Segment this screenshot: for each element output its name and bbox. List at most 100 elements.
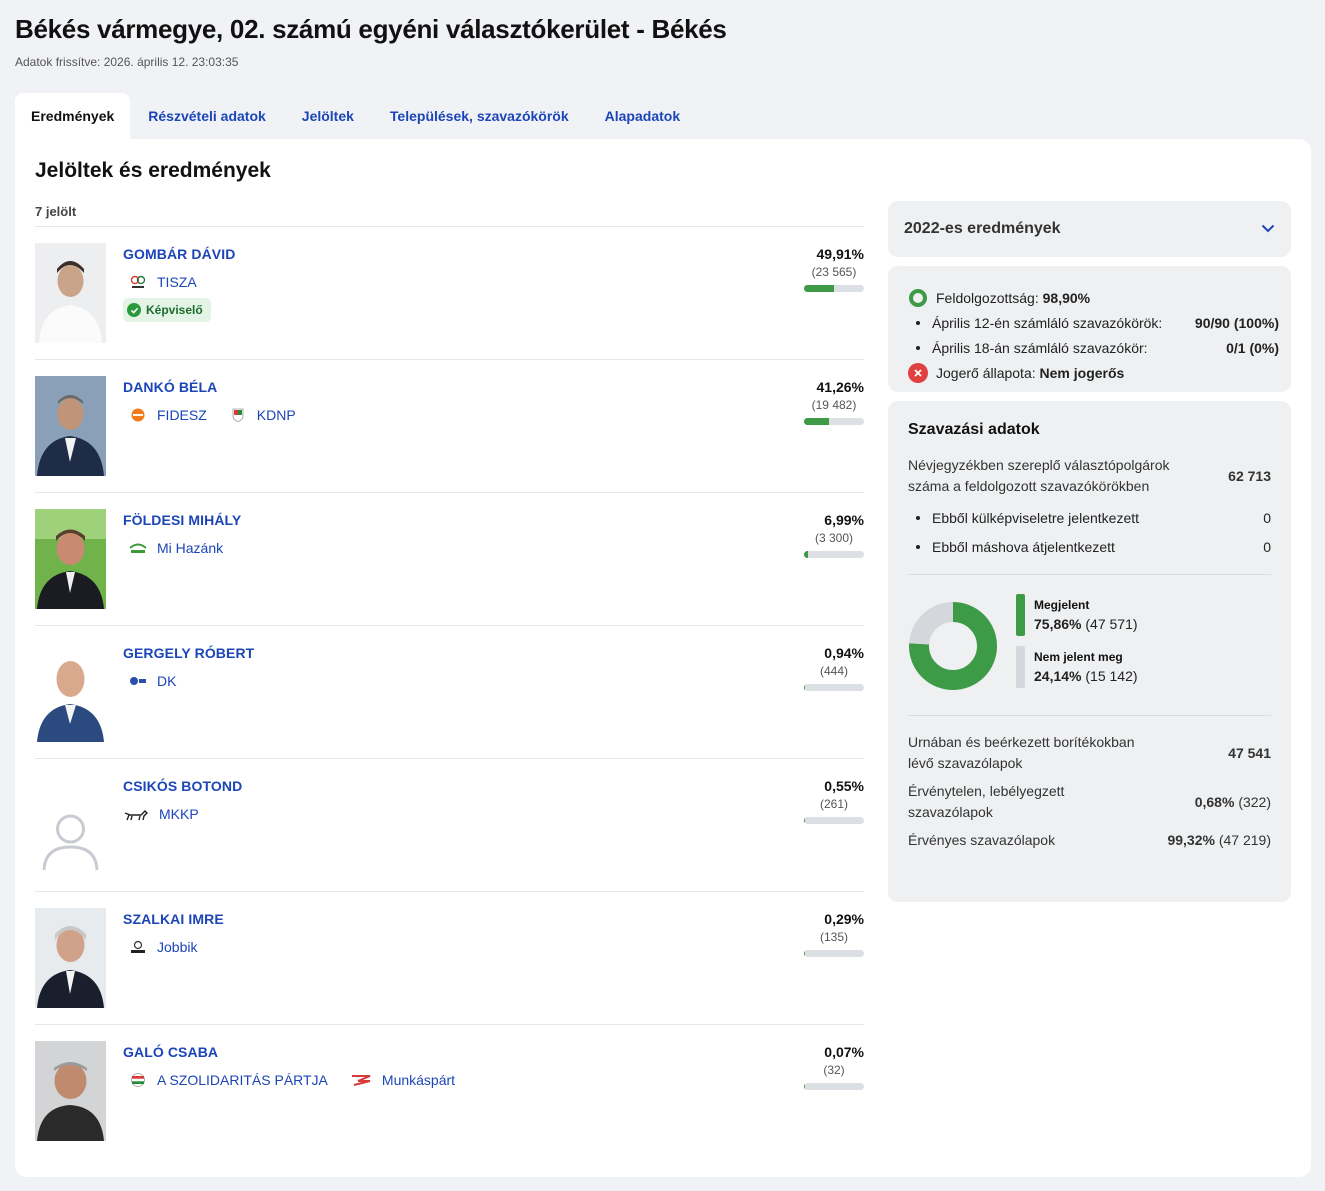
ballot-pct: 99,32% <box>1167 832 1215 848</box>
candidate-photo <box>35 908 106 1008</box>
party-item[interactable]: FIDESZ <box>129 407 207 423</box>
vote-percent: 0,07% <box>824 1044 864 1060</box>
tab-reszveteli-adatok[interactable]: Részvételi adatok <box>130 93 284 139</box>
section-title: Jelöltek és eredmények <box>35 159 271 182</box>
candidate-result: 0,07% (32) <box>784 1044 864 1090</box>
party-list: TISZA <box>129 274 219 290</box>
registered-sub-row: Ebből máshova átjelentkezett 0 <box>908 532 1271 561</box>
tab-eredmenyek[interactable]: Eredmények <box>15 93 131 139</box>
processing-row: Április 18-án számláló szavazókör: 0/1 (… <box>908 335 1279 360</box>
party-item[interactable]: Jobbik <box>129 939 197 955</box>
candidate-result: 41,26% (19 482) <box>784 379 864 425</box>
processing-row-label: Április 12-én számláló szavazókörök: <box>932 314 1163 331</box>
candidate-result: 0,29% (135) <box>784 911 864 957</box>
tab-jeloltek[interactable]: Jelöltek <box>284 93 372 139</box>
party-item[interactable]: KDNP <box>229 407 296 423</box>
candidate-name[interactable]: DANKÓ BÉLA <box>123 379 217 395</box>
tab-alapadatok[interactable]: Alapadatok <box>587 93 698 139</box>
party-list: Jobbik <box>129 939 219 955</box>
check-icon <box>127 303 141 317</box>
party-name: DK <box>157 673 177 689</box>
candidate-result: 0,55% (261) <box>784 778 864 824</box>
registered-row: Névjegyzékben szereplő választópolgárok … <box>908 455 1271 497</box>
candidate-name[interactable]: GERGELY RÓBERT <box>123 645 254 661</box>
absent-pct: 24,14% <box>1034 668 1082 684</box>
party-item[interactable]: A SZOLIDARITÁS PÁRTJA <box>129 1072 328 1088</box>
legal-label: Jogerő állapota: <box>936 364 1036 381</box>
present-count: (47 571) <box>1085 616 1138 632</box>
turnout-legend: Megjelent 75,86% (47 571) Nem jelent meg… <box>1016 594 1138 698</box>
turnout-donut-chart <box>909 602 997 690</box>
vote-count: (32) <box>823 1063 845 1077</box>
candidate-name[interactable]: SZALKAI IMRE <box>123 911 224 927</box>
candidate-name[interactable]: GOMBÁR DÁVID <box>123 246 235 262</box>
mkkp-dog-icon <box>123 807 149 821</box>
tab-telepulesek[interactable]: Települések, szavazókörök <box>372 93 587 139</box>
turnout-section: Megjelent 75,86% (47 571) Nem jelent meg… <box>908 575 1271 717</box>
party-list: DK <box>129 673 198 689</box>
ballot-row: Érvényes szavazólapok 99,32% (47 219) <box>908 830 1271 851</box>
accordion-label: 2022-es eredmények <box>904 220 1061 237</box>
vote-bar <box>804 950 864 957</box>
sub-label: Ebből máshova átjelentkezett <box>932 538 1115 555</box>
ballot-value: 47 541 <box>1228 743 1271 764</box>
processing-line: Feldolgozottság: 98,90% <box>908 285 1279 310</box>
vote-percent: 6,99% <box>824 512 864 528</box>
vote-count: (3 300) <box>814 531 854 545</box>
candidate-row: CSIKÓS BOTOND MKKP 0,55% (261) <box>35 759 864 892</box>
party-item[interactable]: Mi Hazánk <box>129 540 223 556</box>
candidate-row: GOMBÁR DÁVID TISZA Képviselő 49,91% (23 … <box>35 227 864 360</box>
candidate-result: 0,94% (444) <box>784 645 864 691</box>
ballot-label: Érvénytelen, lebélyegzett szavazólapok <box>908 783 1065 820</box>
legend-swatch-present <box>1016 594 1025 636</box>
munkaspart-logo-icon <box>350 1073 372 1087</box>
dk-logo-icon <box>129 674 147 688</box>
results-2022-accordion[interactable]: 2022-es eredmények <box>888 201 1291 257</box>
processing-label: Feldolgozottság: <box>936 289 1039 306</box>
candidate-name[interactable]: FÖLDESI MIHÁLY <box>123 512 241 528</box>
present-pct: 75,86% <box>1034 616 1082 632</box>
absent-value: 24,14% (15 142) <box>1034 668 1138 684</box>
vote-bar <box>804 418 864 425</box>
registered-label: Névjegyzékben szereplő választópolgárok … <box>908 457 1170 494</box>
processing-pct: (0%) <box>1249 339 1279 356</box>
processing-count: 0/1 <box>1226 339 1246 356</box>
elected-label: Képviselő <box>146 303 203 317</box>
registered-value: 62 713 <box>1228 467 1271 484</box>
party-item[interactable]: TISZA <box>129 274 197 290</box>
sub-label: Ebből külképviseletre jelentkezett <box>932 509 1140 526</box>
candidate-list: GOMBÁR DÁVID TISZA Képviselő 49,91% (23 … <box>35 226 864 1158</box>
candidate-name[interactable]: CSIKÓS BOTOND <box>123 778 242 794</box>
processing-value: 98,90% <box>1042 289 1091 306</box>
party-item[interactable]: MKKP <box>124 806 199 822</box>
candidate-name[interactable]: GALÓ CSABA <box>123 1044 218 1060</box>
vote-bar <box>804 1083 864 1090</box>
candidate-result: 49,91% (23 565) <box>784 246 864 292</box>
ballot-pct: 47 541 <box>1228 744 1271 761</box>
voting-title: Szavazási adatok <box>908 421 1040 438</box>
vote-percent: 0,55% <box>824 778 864 794</box>
processing-status-box: Feldolgozottság: 98,90% Április 12-én sz… <box>888 266 1291 392</box>
legal-status-line: Jogerő állapota: Nem jogerős <box>908 360 1279 385</box>
vote-count: (261) <box>819 797 848 811</box>
party-item[interactable]: DK <box>129 673 176 689</box>
vote-count: (19 482) <box>811 398 857 412</box>
candidate-row: GERGELY RÓBERT DK 0,94% (444) <box>35 626 864 759</box>
update-timestamp: Adatok frissítve: 2026. április 12. 23:0… <box>15 55 239 69</box>
vote-percent: 49,91% <box>816 246 864 262</box>
bullet-icon <box>916 345 920 350</box>
vote-bar <box>804 285 864 292</box>
party-name: MKKP <box>159 806 199 822</box>
processing-row-label: Április 18-án számláló szavazókör: <box>932 339 1148 356</box>
ballot-row: Érvénytelen, lebélyegzett szavazólapok 0… <box>908 781 1271 823</box>
results-card: Jelöltek és eredmények 7 jelölt GOMBÁR D… <box>15 139 1311 1177</box>
party-name: Jobbik <box>157 939 198 955</box>
party-item[interactable]: Munkáspárt <box>350 1072 455 1088</box>
ballot-count: (47 219) <box>1218 832 1271 848</box>
ballot-pct: 0,68% <box>1194 793 1235 810</box>
party-list: A SZOLIDARITÁS PÁRTJA Munkáspárt <box>129 1072 477 1088</box>
ballot-label: Urnában és beérkezett borítékokban lévő … <box>908 734 1135 771</box>
party-list: MKKP <box>124 806 221 822</box>
ballot-value: 99,32% (47 219) <box>1167 830 1271 851</box>
bullet-icon <box>916 320 920 325</box>
